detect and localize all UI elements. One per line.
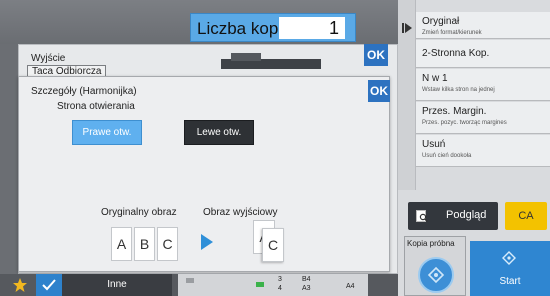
menu-item-erase[interactable]: Usuń Usuń cień dookoła <box>416 135 550 167</box>
tray-number: 4 <box>278 285 282 292</box>
menu-item-original[interactable]: Oryginał Zmień format/kierunek <box>416 12 550 39</box>
original-image-label: Oryginalny obraz <box>101 207 177 218</box>
diamond-icon <box>502 251 516 265</box>
collapse-arrow-icon[interactable] <box>402 22 412 34</box>
menu-item-duplex[interactable]: 2-Stronna Kop. <box>416 40 550 68</box>
ca-button[interactable]: CA <box>505 202 547 230</box>
menu-item-subtitle: Usuń cień dookoła <box>422 153 472 159</box>
bottom-bar: Inne 3 B4 4 A3 A4 <box>0 274 398 296</box>
top-bar: Liczba kopii 1 <box>0 0 398 44</box>
menu-item-title: Oryginał <box>422 16 460 27</box>
start-label: Start <box>499 276 521 287</box>
menu-item-subtitle: Zmień format/kierunek <box>422 30 482 36</box>
preview-label: Podgląd <box>446 209 487 221</box>
tray-bar-active <box>256 282 264 287</box>
output-image-preview: A C <box>253 220 289 264</box>
opening-side-label: Strona otwierania <box>57 101 135 112</box>
paper-tray-status: 3 B4 4 A3 A4 <box>178 274 368 296</box>
proof-copy-area: Kopia próbna <box>404 236 466 296</box>
menu-item-title: 2-Stronna Kop. <box>422 48 490 59</box>
collapse-strip[interactable] <box>398 0 416 190</box>
proof-copy-button[interactable] <box>418 257 454 293</box>
machine-icon <box>221 53 321 69</box>
copies-box[interactable]: Liczba kopii 1 <box>190 13 356 42</box>
copies-input[interactable]: 1 <box>279 17 345 39</box>
tray-bar <box>186 278 194 283</box>
left-opening-button[interactable]: Lewe otw. <box>184 120 254 145</box>
output-image-label: Obraz wyjściowy <box>203 207 278 218</box>
check-icon <box>42 279 56 291</box>
ok-button-output[interactable]: OK <box>364 44 388 66</box>
preview-button[interactable]: Podgląd <box>408 202 498 230</box>
menu-item-title: Usuń <box>422 139 446 150</box>
menu-item-subtitle: Przes. pozyc. tworząc margines <box>422 120 507 126</box>
copies-label: Liczba kopii <box>197 19 286 38</box>
menu-item-title: N w 1 <box>422 73 448 84</box>
ok-button-details[interactable]: OK <box>368 80 390 102</box>
details-dialog: Szczegóły (Harmonijka) OK Strona otwiera… <box>18 76 390 272</box>
menu-item-title: Przes. Margin. <box>422 106 487 117</box>
output-page-front: C <box>262 228 284 262</box>
preview-icon <box>416 210 428 222</box>
tray-number: 3 <box>278 276 282 283</box>
proof-copy-label: Kopia próbna <box>407 239 455 248</box>
arrow-right-icon <box>201 234 213 250</box>
tray-size: B4 <box>302 276 311 283</box>
page-a: A <box>111 227 132 261</box>
menu-item-subtitle: Wstaw kilka stron na jednej <box>422 87 495 93</box>
diamond-icon <box>427 266 445 284</box>
menu-item-margin-shift[interactable]: Przes. Margin. Przes. pozyc. tworząc mar… <box>416 102 550 134</box>
page-c: C <box>157 227 178 261</box>
bypass-tray-size: A4 <box>346 283 355 290</box>
output-label: Wyjście <box>31 53 66 64</box>
original-image-preview: A B C <box>111 227 179 261</box>
tray-size: A3 <box>302 285 311 292</box>
star-icon[interactable] <box>12 277 28 293</box>
start-button[interactable]: Start <box>470 241 550 296</box>
page-b: B <box>134 227 155 261</box>
dialog-title: Szczegóły (Harmonijka) <box>31 86 137 97</box>
other-button[interactable]: Inne <box>62 274 172 296</box>
right-opening-button[interactable]: Prawe otw. <box>72 120 142 145</box>
check-button[interactable] <box>36 274 62 296</box>
menu-item-n-up[interactable]: N w 1 Wstaw kilka stron na jednej <box>416 69 550 101</box>
